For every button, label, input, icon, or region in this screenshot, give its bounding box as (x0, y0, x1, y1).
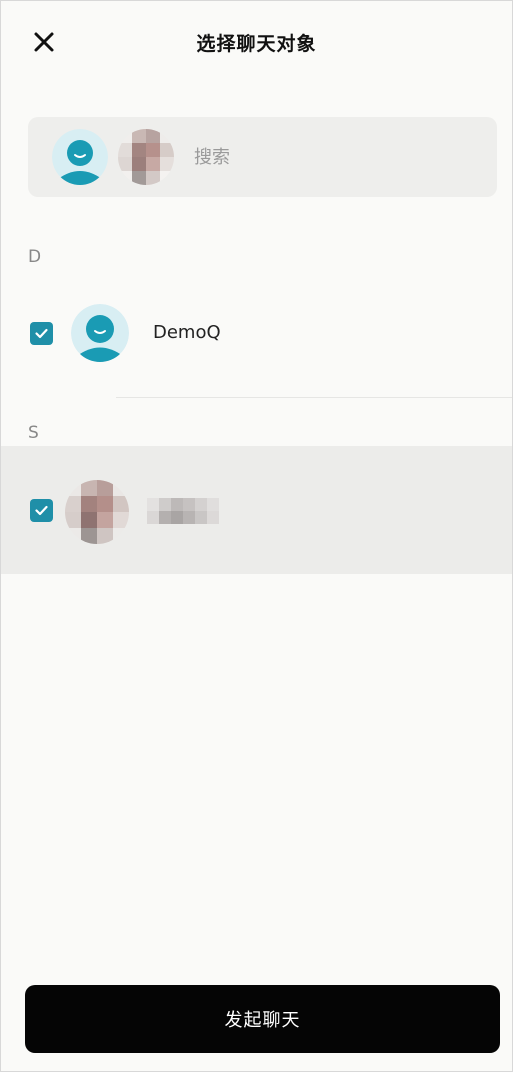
contact-avatar (71, 304, 129, 362)
contact-checkbox[interactable] (30, 499, 53, 522)
selected-avatar-democ[interactable] (52, 129, 108, 185)
selected-avatar-obscured[interactable] (118, 129, 174, 185)
page-title: 选择聊天对象 (196, 33, 317, 55)
contact-avatar (65, 480, 129, 544)
contact-row-obscured[interactable] (1, 446, 512, 574)
default-avatar-icon (71, 304, 129, 362)
contact-row-democ[interactable]: DemoQ (1, 297, 512, 369)
checkmark-icon (35, 328, 48, 339)
section-header-s: S (28, 423, 39, 443)
section-header-d: D (28, 247, 42, 267)
top-bar: 选择聊天对象 (1, 1, 512, 85)
divider (116, 397, 512, 398)
search-bar[interactable] (28, 117, 497, 197)
search-input[interactable] (194, 139, 474, 175)
pixelated-photo-avatar (65, 480, 129, 544)
contact-checkbox[interactable] (30, 322, 53, 345)
contact-name-obscured (147, 498, 219, 524)
default-avatar-icon (52, 129, 108, 185)
contact-name: DemoQ (153, 322, 221, 343)
start-chat-button[interactable]: 发起聊天 (25, 985, 500, 1053)
checkmark-icon (35, 505, 48, 516)
pixelated-photo-avatar (118, 129, 174, 185)
